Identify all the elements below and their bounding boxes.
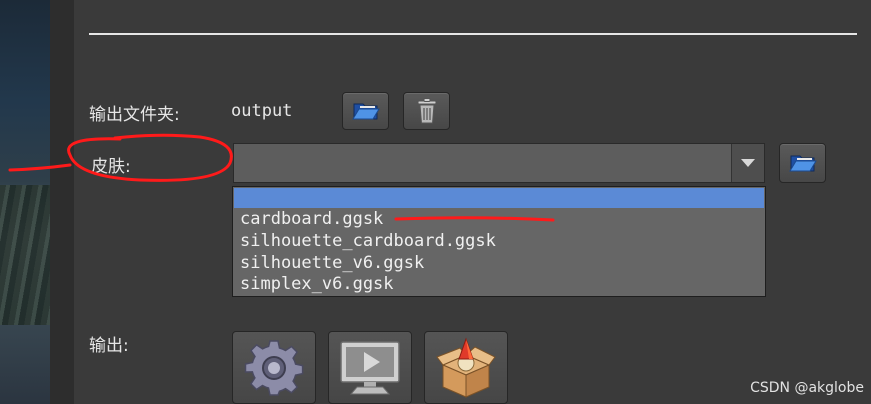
- package-box-icon: [436, 336, 496, 398]
- panel-border: [50, 0, 74, 404]
- skin-option-highlighted[interactable]: [234, 188, 764, 208]
- folder-open-icon: [351, 103, 380, 120]
- output-label: 输出:: [89, 336, 129, 356]
- output-settings-button[interactable]: [232, 331, 316, 404]
- background-image-strip: [0, 0, 50, 404]
- skin-option-cardboard[interactable]: cardboard.ggsk: [240, 208, 383, 230]
- tree-image: [0, 185, 50, 325]
- skin-label: 皮肤:: [91, 157, 131, 177]
- skin-option-silhouette-cardboard[interactable]: silhouette_cardboard.ggsk: [240, 230, 496, 252]
- output-folder-browse-button[interactable]: [342, 92, 389, 130]
- chevron-down-icon[interactable]: [731, 144, 764, 182]
- skin-browse-button[interactable]: [779, 143, 826, 183]
- output-folder-value: output: [231, 101, 293, 121]
- output-preview-button[interactable]: [328, 331, 412, 404]
- gear-icon: [244, 339, 304, 396]
- monitor-play-icon: [340, 340, 400, 394]
- trash-icon: [417, 98, 436, 124]
- output-folder-label: 输出文件夹:: [89, 105, 180, 125]
- watermark: CSDN @akglobe: [750, 380, 864, 396]
- skin-dropdown-list: cardboard.ggsk silhouette_cardboard.ggsk…: [232, 186, 766, 297]
- skin-option-silhouette-v6[interactable]: silhouette_v6.ggsk: [240, 252, 424, 274]
- output-folder-delete-button[interactable]: [403, 92, 450, 130]
- folder-open-icon: [788, 155, 817, 172]
- skin-select[interactable]: [233, 143, 765, 183]
- skin-option-simplex-v6[interactable]: simplex_v6.ggsk: [240, 273, 394, 295]
- output-package-button[interactable]: [424, 331, 508, 404]
- section-divider: [89, 33, 857, 35]
